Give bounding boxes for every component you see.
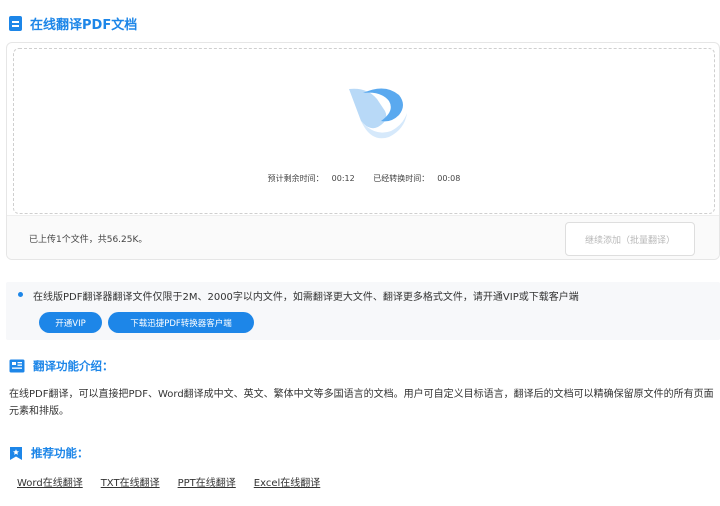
link-ppt-translate[interactable]: PPT在线翻译	[178, 474, 236, 489]
link-word-translate[interactable]: Word在线翻译	[17, 474, 83, 489]
open-vip-button[interactable]: 开通VIP	[39, 312, 102, 333]
upload-card: 预计剩余时间： 00:12 已经转换时间： 00:08 已上传1个文件，共56.25…	[6, 42, 720, 260]
document-icon	[9, 16, 22, 31]
recommend-header: 推荐功能：	[9, 445, 89, 461]
continue-add-button[interactable]: 继续添加（批量翻译）	[565, 222, 695, 256]
recommend-links: Word在线翻译 TXT在线翻译 PPT在线翻译 Excel在线翻译	[17, 474, 320, 489]
recommend-title: 推荐功能：	[31, 446, 89, 460]
converted-label: 已经转换时间：	[373, 174, 430, 183]
bullet-dot	[18, 292, 23, 297]
progress-text: 预计剩余时间： 00:12 已经转换时间： 00:08	[14, 173, 714, 184]
link-txt-translate[interactable]: TXT在线翻译	[101, 474, 160, 489]
remaining-label: 预计剩余时间：	[267, 174, 324, 183]
intro-header: 翻译功能介绍：	[9, 358, 114, 374]
converted-value: 00:08	[437, 174, 461, 183]
page-title: 在线翻译PDF文档	[30, 18, 138, 33]
upload-info: 已上传1个文件，共56.25K。	[29, 235, 148, 245]
remaining-value: 00:12	[331, 174, 355, 183]
converter-logo-icon	[349, 88, 407, 139]
link-excel-translate[interactable]: Excel在线翻译	[254, 474, 321, 489]
intro-icon	[9, 359, 25, 373]
intro-text: 在线PDF翻译，可以直接把PDF、Word翻译成中文、英文、繁体中文等多国语言的…	[9, 389, 714, 417]
download-client-button[interactable]: 下载迅捷PDF转换器客户端	[108, 312, 254, 333]
notice-text: 在线版PDF翻译器翻译文件仅限于2M、2000字以内文件，如需翻译更大文件、翻译…	[33, 292, 579, 303]
intro-title: 翻译功能介绍：	[33, 359, 114, 373]
dropzone[interactable]: 预计剩余时间： 00:12 已经转换时间： 00:08	[13, 48, 715, 214]
notice-box: 在线版PDF翻译器翻译文件仅限于2M、2000字以内文件，如需翻译更大文件、翻译…	[6, 282, 720, 340]
star-flag-icon	[10, 446, 22, 460]
page-header: 在线翻译PDF文档	[9, 14, 137, 33]
upload-footer: 已上传1个文件，共56.25K。 继续添加（批量翻译）	[7, 215, 719, 259]
